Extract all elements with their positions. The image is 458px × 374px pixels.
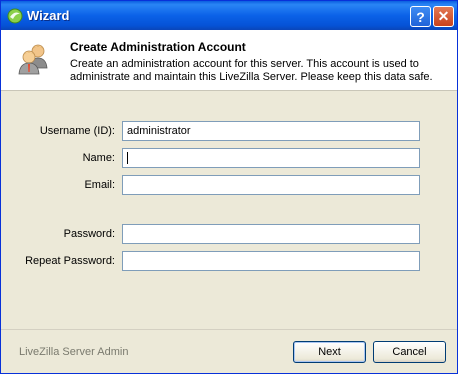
header-description: Create an administration account for thi… [70,58,433,83]
repeat-password-row: Repeat Password: [1,251,457,271]
help-icon: ? [416,8,425,25]
window-title: Wizard [27,8,70,23]
livezilla-icon [7,8,23,24]
close-icon: ✕ [437,8,450,24]
email-label: Email: [84,179,115,191]
footer-app-label: LiveZilla Server Admin [19,346,129,358]
name-field[interactable] [122,148,420,168]
cancel-button[interactable]: Cancel [373,341,446,363]
wizard-header: Create Administration Account Create an … [1,30,457,91]
email-field[interactable] [122,175,420,195]
help-button[interactable]: ? [410,6,431,27]
name-label: Name: [82,152,115,164]
next-button[interactable]: Next [293,341,366,363]
password-label: Password: [63,228,115,240]
password-field[interactable] [122,224,420,244]
repeat-password-label: Repeat Password: [25,255,115,267]
repeat-password-field[interactable] [122,251,420,271]
name-row: Name: [1,148,457,168]
username-row: Username (ID): administrator [1,121,457,141]
title-bar[interactable]: Wizard ? ✕ [1,1,457,30]
text-caret [127,152,128,164]
admin-users-icon [18,44,48,75]
footer-divider [1,329,457,330]
password-row: Password: [1,224,457,244]
header-title: Create Administration Account [70,40,246,54]
wizard-window: Wizard ? ✕ Create Administration Account… [0,0,458,374]
close-button[interactable]: ✕ [433,6,454,27]
email-row: Email: [1,175,457,195]
username-label: Username (ID): [39,125,115,137]
username-field[interactable]: administrator [122,121,420,141]
